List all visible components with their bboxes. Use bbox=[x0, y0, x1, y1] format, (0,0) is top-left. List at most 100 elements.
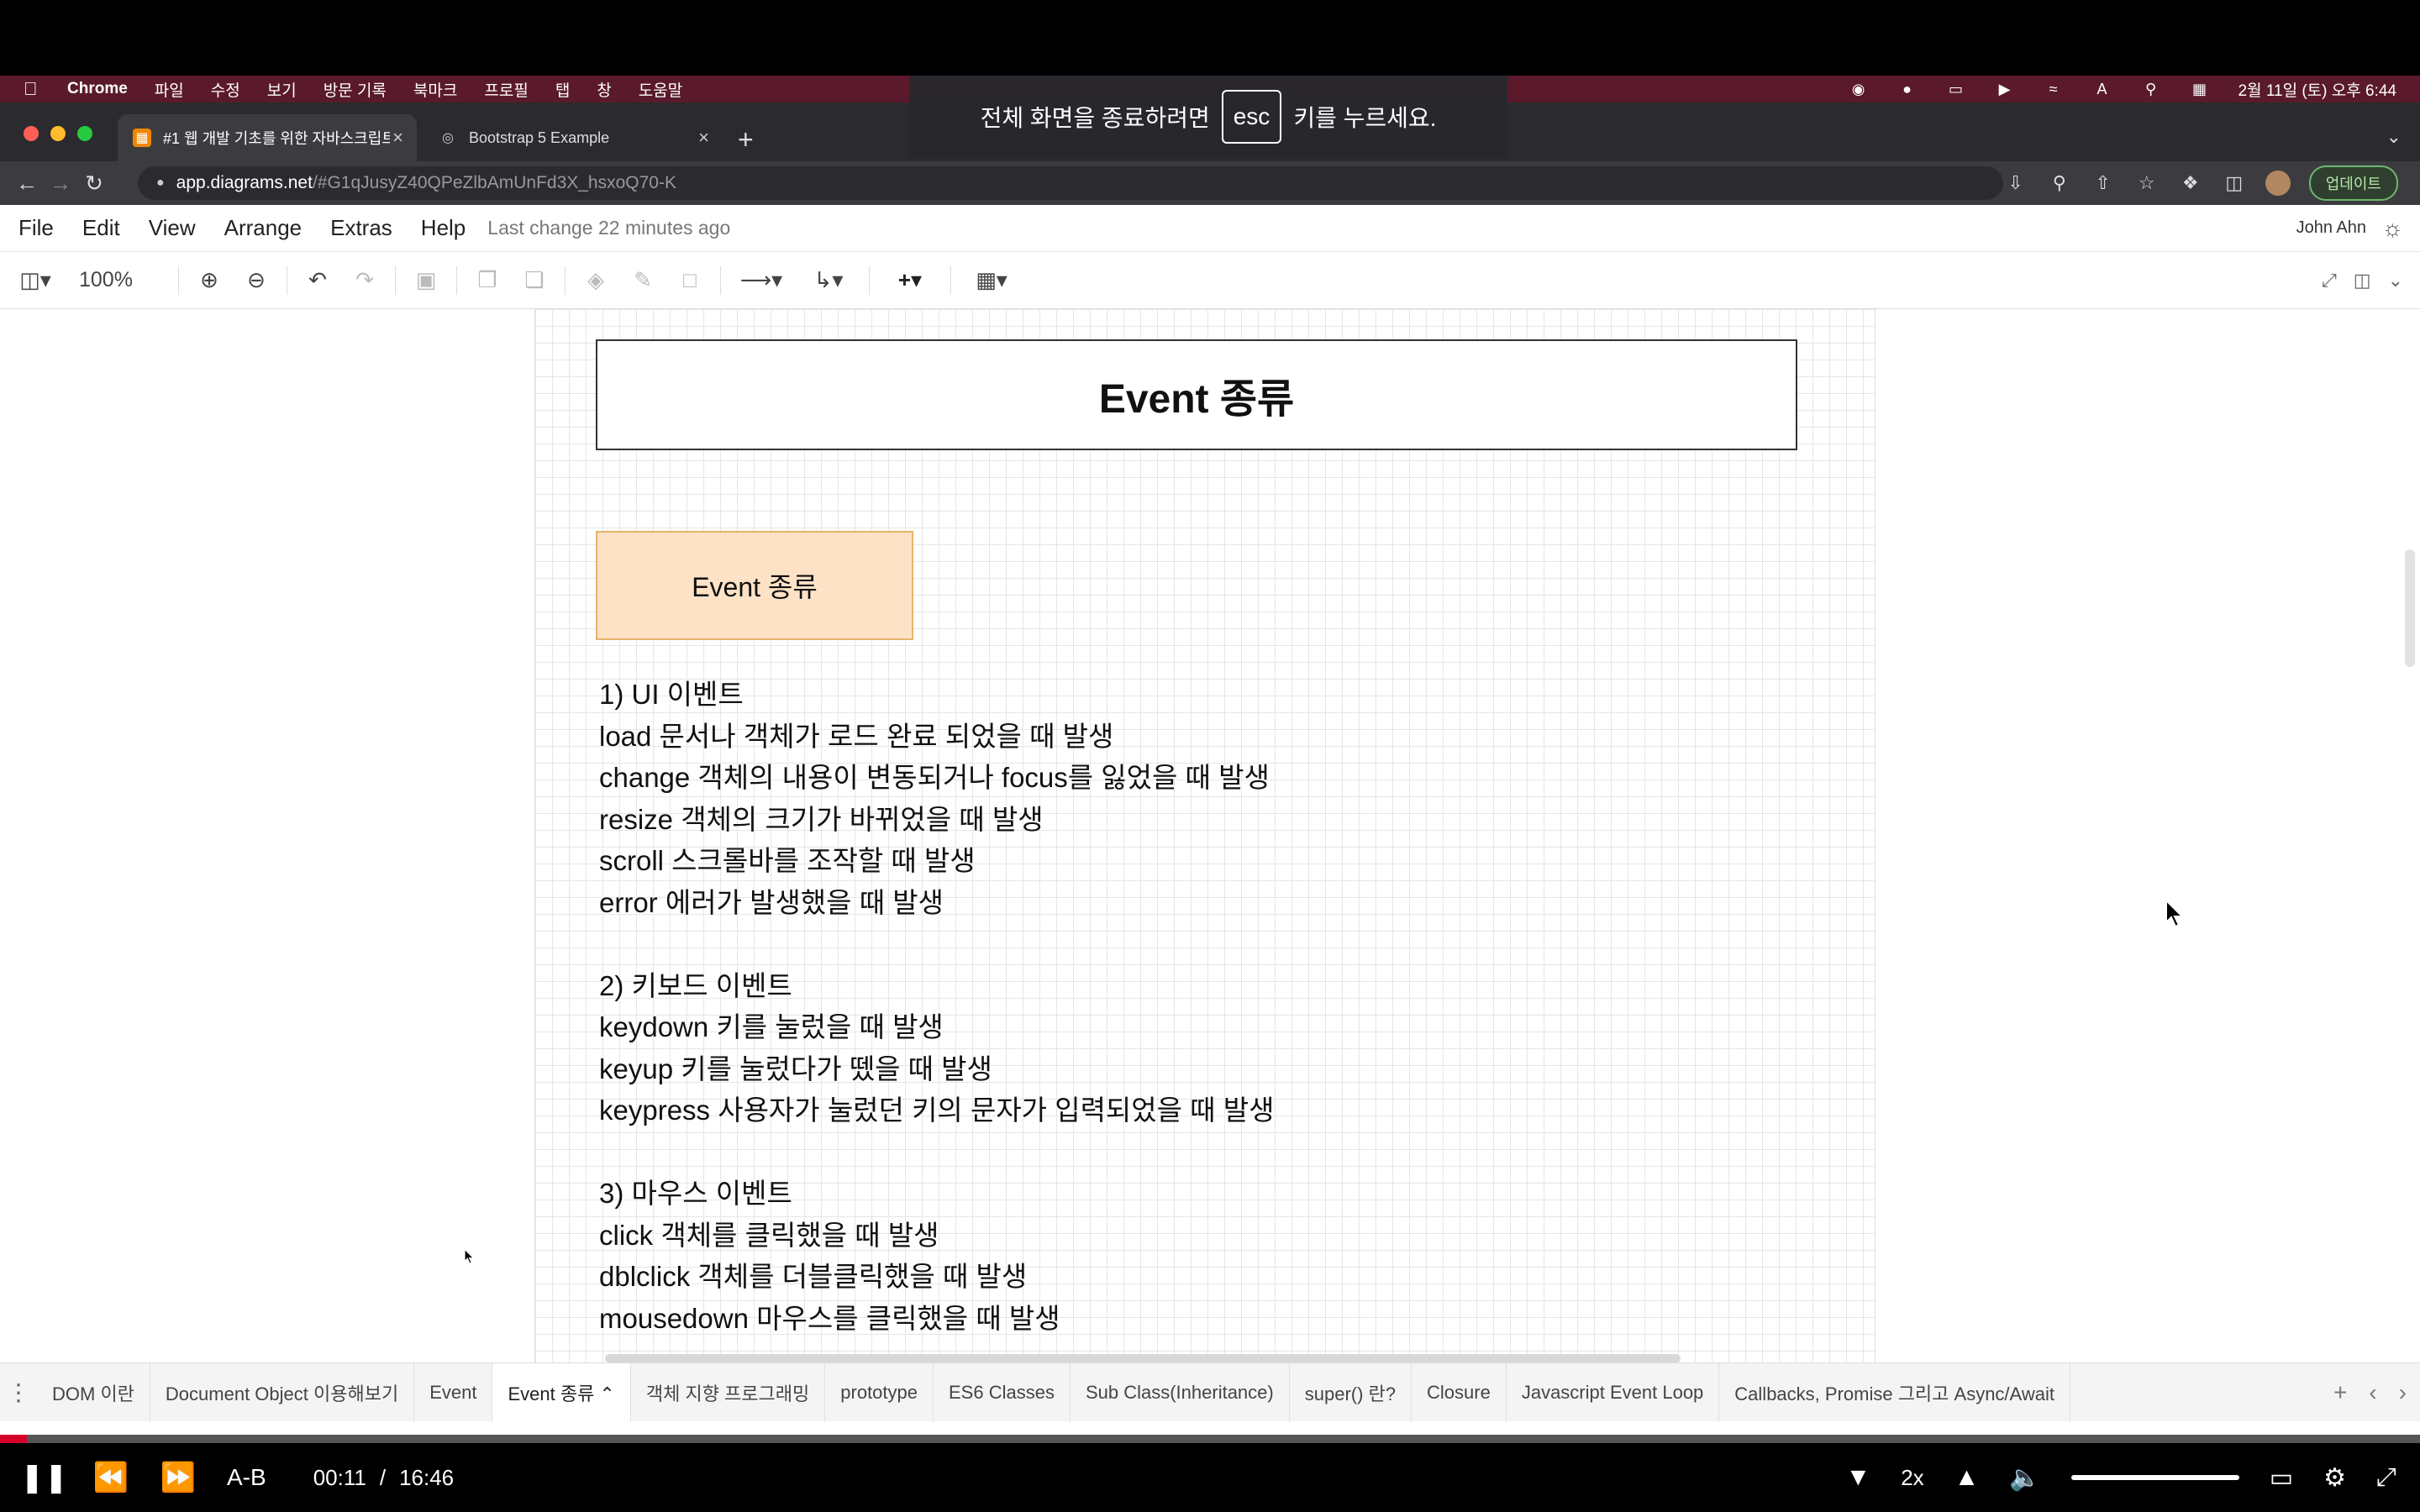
waypoints-icon[interactable]: ↳▾ bbox=[795, 267, 862, 293]
page-tab[interactable]: Closure bbox=[1412, 1362, 1507, 1422]
menubar-item-edit[interactable]: 수정 bbox=[211, 78, 240, 101]
extensions-puzzle-icon[interactable]: ❖ bbox=[2178, 172, 2203, 194]
tab-search-chevron-icon[interactable]: ⌄ bbox=[2386, 126, 2402, 148]
line-color-icon[interactable]: ✎ bbox=[619, 267, 666, 293]
window-minimize-button[interactable] bbox=[50, 126, 66, 141]
format-panel-toggle-icon[interactable]: ◫▾ bbox=[12, 267, 59, 293]
page-tab-active[interactable]: Event 종류 ⌃ bbox=[492, 1362, 631, 1422]
page-tab[interactable]: ES6 Classes bbox=[934, 1362, 1071, 1422]
diagram-canvas[interactable]: Event 종류 Event 종류 1) UI 이벤트 load 문서나 객체가… bbox=[0, 309, 2420, 1362]
page-tab[interactable]: Callbacks, Promise 그리고 Async/Await bbox=[1719, 1362, 2070, 1422]
fullscreen-toggle-icon[interactable]: ⤢ bbox=[2322, 270, 2337, 291]
fast-forward-icon[interactable]: ⏩ bbox=[155, 1461, 202, 1494]
page-tab[interactable]: Javascript Event Loop bbox=[1507, 1362, 1720, 1422]
page-tab[interactable]: Event bbox=[414, 1362, 493, 1422]
vertical-scrollbar[interactable] bbox=[2405, 549, 2415, 667]
scroll-right-chevron-icon[interactable]: › bbox=[2399, 1379, 2407, 1406]
scroll-left-chevron-icon[interactable]: ‹ bbox=[2369, 1379, 2376, 1406]
record-icon[interactable]: ◉ bbox=[1849, 81, 1869, 97]
fill-color-icon[interactable]: ◈ bbox=[572, 267, 619, 293]
wifi-icon[interactable]: ≈ bbox=[2044, 81, 2064, 97]
page-tab[interactable]: Document Object 이용해보기 bbox=[150, 1362, 415, 1422]
redo-icon[interactable]: ↷ bbox=[341, 267, 388, 293]
menubar-item-history[interactable]: 방문 기록 bbox=[324, 78, 387, 101]
speed-down-icon[interactable]: ▼ bbox=[1846, 1463, 1871, 1492]
menu-file[interactable]: File bbox=[18, 215, 54, 241]
apple-icon[interactable]:  bbox=[24, 78, 45, 100]
play-icon[interactable]: ▶ bbox=[1995, 81, 2015, 97]
menubar-item-view[interactable]: 보기 bbox=[267, 78, 297, 101]
volume-slider[interactable] bbox=[2070, 1475, 2239, 1480]
back-arrow-icon[interactable]: ← bbox=[10, 171, 44, 197]
window-close-button[interactable] bbox=[24, 126, 39, 141]
to-front-icon[interactable]: ❐ bbox=[464, 267, 511, 293]
chrome-update-button[interactable]: 업데이트 bbox=[2308, 165, 2398, 201]
page-tab[interactable]: super() 란? bbox=[1290, 1362, 1413, 1422]
bookmark-star-icon[interactable]: ☆ bbox=[2134, 172, 2160, 194]
theme-sun-icon[interactable]: ☼ bbox=[2381, 215, 2403, 242]
menubar-item-profile[interactable]: 프로필 bbox=[484, 78, 528, 101]
to-back-icon[interactable]: ❏ bbox=[511, 267, 558, 293]
page-tab[interactable]: Sub Class(Inheritance) bbox=[1071, 1362, 1290, 1422]
shadow-icon[interactable]: □ bbox=[666, 267, 713, 293]
zoom-select[interactable]: 100% bbox=[79, 268, 171, 292]
diagram-page[interactable]: Event 종류 Event 종류 1) UI 이벤트 load 문서나 객체가… bbox=[534, 309, 1876, 1362]
video-progress-bar[interactable] bbox=[0, 1435, 2420, 1443]
pages-menu-icon[interactable]: ⋮ bbox=[0, 1378, 37, 1406]
grammarly-icon[interactable]: ● bbox=[1897, 81, 1918, 97]
page-tab[interactable]: prototype bbox=[825, 1362, 934, 1422]
share-icon[interactable]: ⇧ bbox=[2091, 172, 2116, 194]
collapse-chevron-icon[interactable]: ⌄ bbox=[2388, 270, 2403, 291]
user-menu[interactable]: John Ahn bbox=[2296, 218, 2366, 238]
event-text-block[interactable]: 1) UI 이벤트 load 문서나 객체가 로드 완료 되었을 때 발생 ch… bbox=[599, 674, 1274, 1339]
window-zoom-button[interactable] bbox=[77, 126, 92, 141]
tab-close-icon[interactable]: × bbox=[392, 127, 403, 149]
menu-view[interactable]: View bbox=[149, 215, 196, 241]
browser-tab[interactable]: ◎ Bootstrap 5 Example × bbox=[424, 114, 723, 161]
forward-arrow-icon[interactable]: → bbox=[44, 171, 77, 197]
delete-icon[interactable]: ▣ bbox=[402, 267, 450, 293]
settings-gear-icon[interactable]: ⚙ bbox=[2323, 1463, 2346, 1493]
menubar-item-tab[interactable]: 탭 bbox=[555, 78, 570, 101]
zoom-out-icon[interactable]: ⊖ bbox=[233, 267, 280, 293]
battery-icon[interactable]: ▭ bbox=[1946, 81, 1966, 97]
menubar-item-bookmarks[interactable]: 북마크 bbox=[413, 78, 457, 101]
menubar-item-window[interactable]: 창 bbox=[597, 78, 611, 101]
undo-icon[interactable]: ↶ bbox=[294, 267, 341, 293]
address-bar[interactable]: ● app.diagrams.net/#G1qJusyZ40QPeZlbAmUn… bbox=[138, 166, 2003, 200]
title-shape[interactable]: Event 종류 bbox=[596, 339, 1797, 450]
pause-icon[interactable]: ❚❚ bbox=[20, 1461, 68, 1494]
page-tab[interactable]: DOM 이란 bbox=[37, 1362, 150, 1422]
page-tab[interactable]: 객체 지향 프로그래밍 bbox=[631, 1362, 826, 1422]
volume-icon[interactable]: 🔈 bbox=[2009, 1463, 2040, 1493]
input-source-icon[interactable]: A bbox=[2092, 81, 2112, 97]
rewind-icon[interactable]: ⏪ bbox=[87, 1461, 134, 1494]
side-panel-icon[interactable]: ◫ bbox=[2222, 172, 2247, 194]
captions-off-icon[interactable]: ▭ bbox=[2270, 1463, 2293, 1493]
horizontal-scrollbar[interactable] bbox=[605, 1354, 1681, 1362]
event-shape[interactable]: Event 종류 bbox=[596, 531, 913, 640]
menu-help[interactable]: Help bbox=[421, 215, 466, 241]
new-tab-plus-icon[interactable]: + bbox=[738, 124, 754, 155]
spotlight-search-icon[interactable]: ⚲ bbox=[2141, 81, 2161, 97]
menu-extras[interactable]: Extras bbox=[330, 215, 392, 241]
insert-plus-icon[interactable]: +▾ bbox=[876, 267, 944, 293]
panel-toggle-icon[interactable]: ◫ bbox=[2354, 270, 2371, 291]
ab-repeat-button[interactable]: A-B bbox=[227, 1464, 266, 1491]
tab-close-icon[interactable]: × bbox=[698, 127, 709, 149]
add-page-plus-icon[interactable]: + bbox=[2333, 1379, 2347, 1406]
install-icon[interactable]: ⇩ bbox=[2003, 172, 2028, 194]
last-change-status[interactable]: Last change 22 minutes ago bbox=[487, 217, 730, 239]
connection-arrow-icon[interactable]: ⟶▾ bbox=[728, 267, 795, 293]
zoom-in-icon[interactable]: ⊕ bbox=[186, 267, 233, 293]
lock-icon[interactable]: ● bbox=[156, 176, 165, 191]
table-icon[interactable]: ▦▾ bbox=[958, 267, 1025, 293]
browser-tab-active[interactable]: ▦ #1 웹 개발 기초를 위한 자바스크립트 × bbox=[118, 114, 417, 161]
menubar-item-file[interactable]: 파일 bbox=[155, 78, 184, 101]
menubar-item-help[interactable]: 도움말 bbox=[639, 78, 682, 101]
exit-fullscreen-icon[interactable]: ⤢ bbox=[2376, 1463, 2396, 1492]
menubar-clock[interactable]: 2월 11일 (토) 오후 6:44 bbox=[2238, 78, 2396, 101]
speed-up-icon[interactable]: ▲ bbox=[1954, 1463, 1980, 1492]
menu-arrange[interactable]: Arrange bbox=[224, 215, 302, 241]
zoom-icon[interactable]: ⚲ bbox=[2047, 172, 2072, 194]
